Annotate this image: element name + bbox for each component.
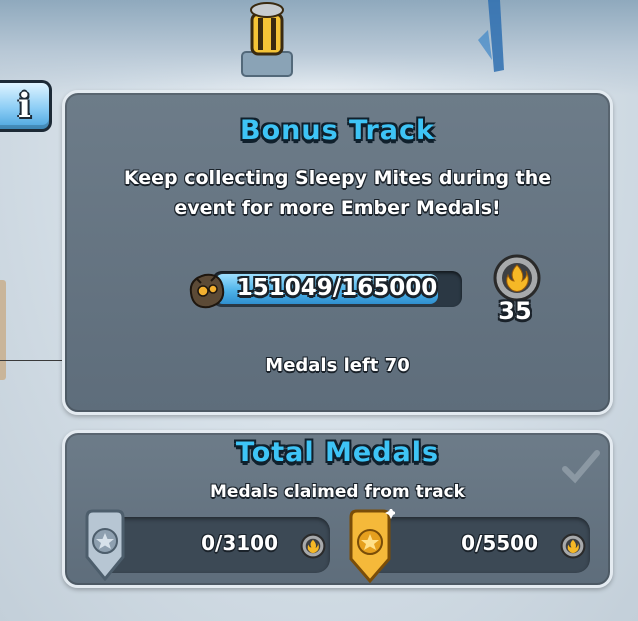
background-scenery [0,0,638,95]
bonus-track-panel: Bonus Track Keep collecting Sleepy Mites… [62,90,613,415]
silver-tier-track: 0/3100 [95,517,330,573]
progress-bar: 151049/165000 [212,271,462,307]
scroll-edge-decoration [0,280,6,380]
total-medals-title: Total Medals [235,437,440,468]
ember-medal-icon [493,254,541,302]
gold-tier-value: 0/5500 [461,531,538,555]
silver-star-badge-icon [85,509,125,581]
lantern-decoration [241,2,293,77]
info-button[interactable]: i [0,80,52,132]
total-medals-subtitle: Medals claimed from track [210,482,465,502]
bonus-track-title: Bonus Track [240,115,435,146]
ember-medal-icon [300,533,326,559]
bonus-track-description-line1: Keep collecting Sleepy Mites during the [123,167,552,189]
gold-star-badge-icon [349,509,395,583]
info-icon: i [18,86,31,126]
silver-tier-value: 0/3100 [201,531,278,555]
reward-amount: 35 [498,297,532,325]
checkmark-icon [562,450,600,484]
total-medals-panel: Total Medals Medals claimed from track 0… [62,430,613,588]
bonus-track-description-line2: event for more Ember Medals! [174,197,501,219]
gold-tier-track: 0/5500 [365,517,590,573]
medals-left-label: Medals left 70 [265,355,410,376]
progress-label: 151049/165000 [236,275,438,301]
ember-medal-icon [560,533,586,559]
sleepy-mite-icon [189,273,225,309]
ice-crystal-decoration [478,0,504,72]
